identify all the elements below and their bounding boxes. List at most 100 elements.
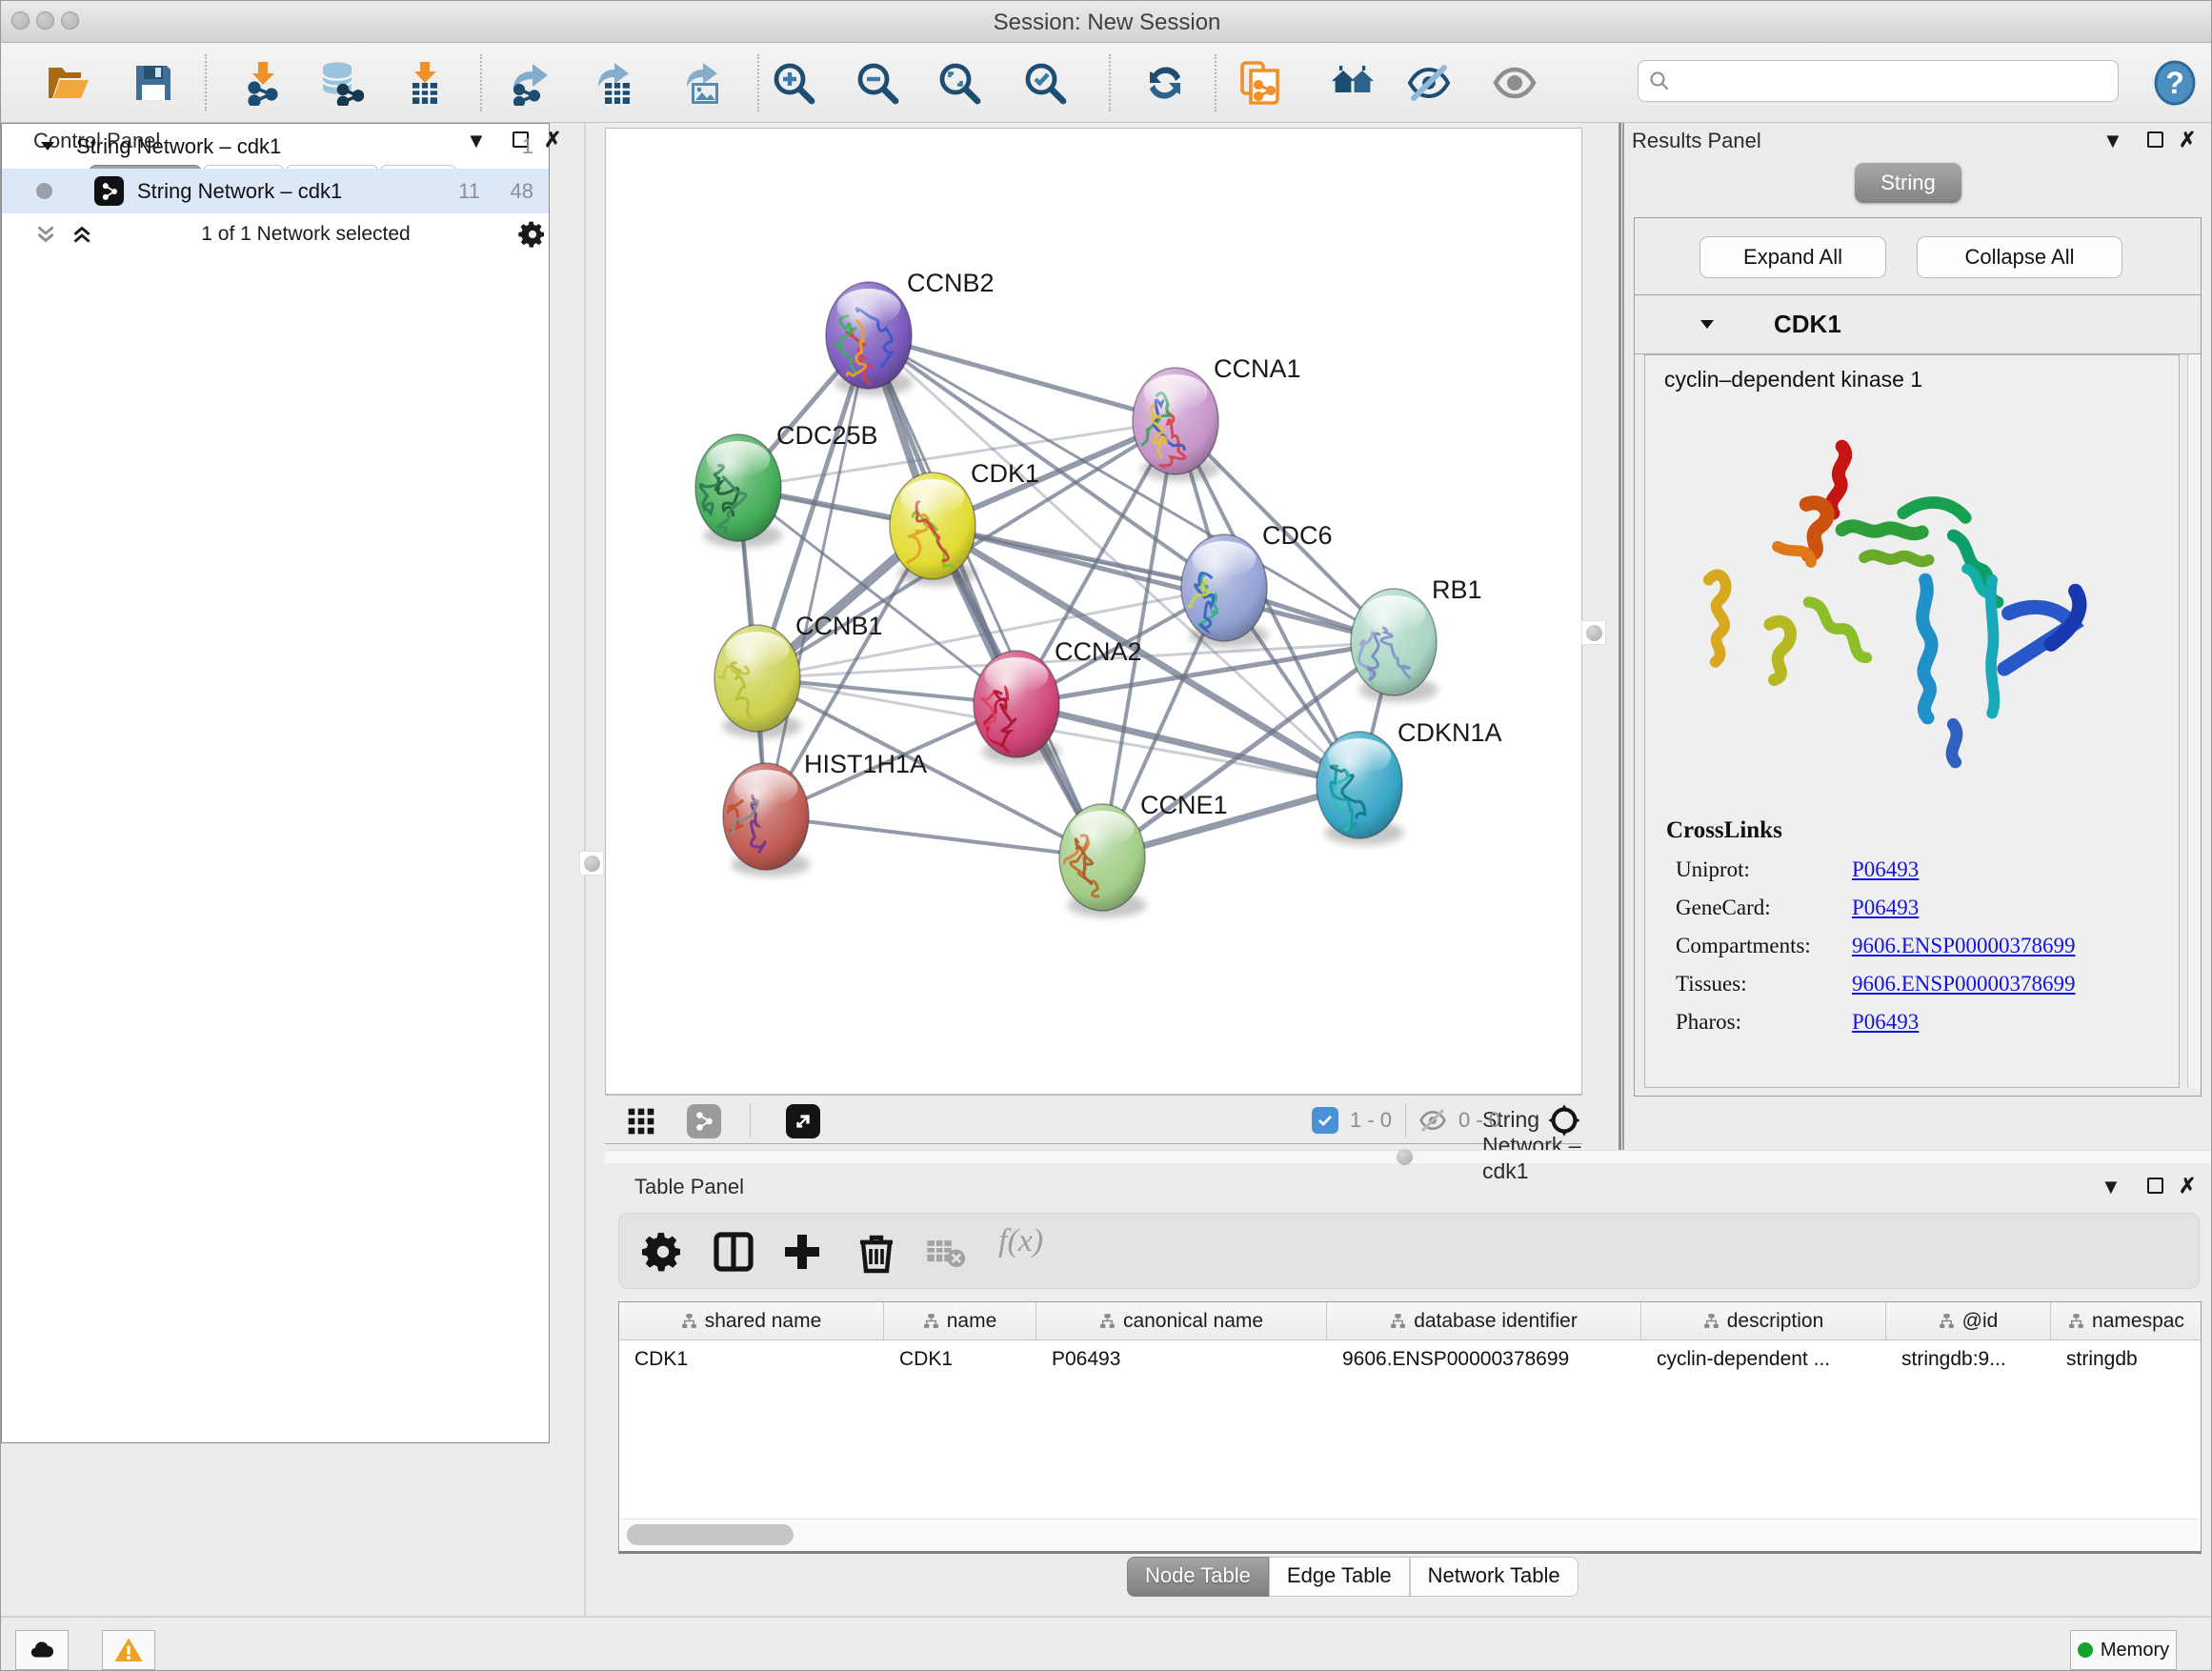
- node-label-CDKN1A: CDKN1A: [1398, 718, 1502, 747]
- crosslink-link[interactable]: 9606.ENSP00000378699: [1852, 972, 2076, 997]
- collapse-triangle-icon[interactable]: [38, 137, 57, 156]
- expand-all-networks-icon[interactable]: [70, 222, 94, 247]
- table-panel-maximize-icon[interactable]: [2147, 1178, 2163, 1194]
- apply-layout-icon[interactable]: [1142, 60, 1188, 106]
- network-canvas[interactable]: CCNB2CCNA1CDC25BCDK1CDC6RB1CCNB1CCNA2CDK…: [605, 128, 1582, 1095]
- show-columns-icon[interactable]: [711, 1229, 756, 1275]
- crosslink-link[interactable]: P06493: [1852, 896, 1919, 920]
- gene-details: cyclin–dependent kinase 1: [1644, 354, 2180, 1088]
- node-CCNA2[interactable]: CCNA2: [974, 637, 1142, 764]
- column-header-description[interactable]: description: [1641, 1302, 1886, 1339]
- open-in-window-icon[interactable]: [786, 1104, 820, 1138]
- scrollbar-thumb[interactable]: [627, 1524, 794, 1545]
- network-overview-share-icon[interactable]: [687, 1104, 721, 1138]
- network-options-gear-icon[interactable]: [517, 219, 548, 250]
- node-RB1[interactable]: RB1: [1351, 575, 1482, 702]
- column-header-database-identifier[interactable]: database identifier: [1327, 1302, 1641, 1339]
- column-header--id[interactable]: @id: [1886, 1302, 2051, 1339]
- edge-HIST1H1A-CCNE1[interactable]: [766, 816, 1102, 857]
- expand-all-button[interactable]: Expand All: [1699, 236, 1886, 278]
- tab-network-table[interactable]: Network Table: [1410, 1557, 1579, 1597]
- fit-selection-crosshair-icon[interactable]: [1546, 1102, 1582, 1138]
- search-field[interactable]: [1638, 60, 2119, 102]
- table-cell[interactable]: stringdb:9...: [1886, 1340, 2051, 1380]
- node-CDC25B[interactable]: CDC25B: [695, 421, 878, 548]
- table-cell[interactable]: CDK1: [619, 1340, 884, 1380]
- crosslink-link[interactable]: P06493: [1852, 857, 1919, 882]
- cloud-services-button[interactable]: [15, 1630, 69, 1670]
- table-options-gear-icon[interactable]: [640, 1229, 686, 1275]
- zoom-out-icon[interactable]: [855, 60, 900, 106]
- table-cell[interactable]: 9606.ENSP00000378699: [1327, 1340, 1641, 1380]
- delete-column-trash-icon[interactable]: [854, 1229, 899, 1275]
- zoom-in-icon[interactable]: [771, 60, 816, 106]
- zoom-selected-icon[interactable]: [1022, 60, 1068, 106]
- table-panel-float-icon[interactable]: ▼: [2101, 1177, 2122, 1198]
- warnings-button[interactable]: [102, 1630, 155, 1670]
- create-column-plus-icon[interactable]: [779, 1229, 825, 1275]
- toolbar-separator: [480, 54, 482, 111]
- column-header-canonical-name[interactable]: canonical name: [1036, 1302, 1327, 1339]
- right-divider-handle[interactable]: [1581, 620, 1606, 645]
- zoom-fit-icon[interactable]: [936, 60, 982, 106]
- node-CDKN1A[interactable]: CDKN1A: [1317, 718, 1502, 845]
- crosslink-link[interactable]: 9606.ENSP00000378699: [1852, 934, 2076, 958]
- tab-string[interactable]: String: [1855, 163, 1961, 203]
- right-divider[interactable]: [1619, 123, 1621, 1150]
- collapse-gene-triangle-icon[interactable]: [1698, 315, 1717, 334]
- node-CDK1[interactable]: CDK1: [890, 459, 1039, 586]
- left-divider-handle[interactable]: [579, 851, 604, 876]
- table-panel-close-icon[interactable]: ✗: [2179, 1176, 2196, 1197]
- export-image-icon[interactable]: [678, 60, 724, 106]
- open-session-icon[interactable]: [45, 60, 90, 106]
- help-icon[interactable]: ?: [2152, 60, 2198, 106]
- network-collection-row[interactable]: String Network – cdk1 1: [2, 124, 549, 169]
- export-table-icon[interactable]: [590, 60, 635, 106]
- collapse-all-networks-icon[interactable]: [33, 222, 58, 247]
- column-header-namespac[interactable]: namespac: [2051, 1302, 2202, 1339]
- show-all-icon[interactable]: [1492, 60, 1538, 106]
- search-input[interactable]: [1671, 70, 2118, 92]
- string-network-icon: [94, 176, 124, 206]
- edge-CCNA2-CDKN1A[interactable]: [1016, 704, 1359, 785]
- column-header-name[interactable]: name: [884, 1302, 1036, 1339]
- node-HIST1H1A[interactable]: HIST1H1A: [716, 750, 927, 876]
- gene-header-row[interactable]: CDK1: [1635, 295, 2201, 354]
- table-cell[interactable]: CDK1: [884, 1340, 1036, 1380]
- edge-CCNB2-CCNE1[interactable]: [869, 335, 1102, 857]
- results-panel-float-icon[interactable]: ▼: [2102, 131, 2123, 151]
- results-panel-close-icon[interactable]: ✗: [2179, 130, 2196, 151]
- node-CCNE1[interactable]: CCNE1: [1042, 791, 1227, 917]
- memory-button[interactable]: Memory: [2070, 1630, 2177, 1670]
- results-scrollbar[interactable]: [2187, 354, 2201, 1088]
- toolbar-separator: [1109, 54, 1111, 111]
- node-CDC6[interactable]: CDC6: [1180, 521, 1333, 648]
- save-session-icon[interactable]: [131, 60, 176, 106]
- hide-selected-icon[interactable]: [1406, 60, 1452, 106]
- string-network-graph[interactable]: CCNB2CCNA1CDC25BCDK1CDC6RB1CCNB1CCNA2CDK…: [606, 129, 1582, 1095]
- import-network-file-icon[interactable]: [239, 60, 285, 106]
- column-type-icon: [923, 1313, 939, 1329]
- copy-style-icon[interactable]: [1237, 60, 1283, 106]
- table-cell[interactable]: cyclin-dependent ...: [1641, 1340, 1886, 1380]
- table-row[interactable]: CDK1CDK1P064939606.ENSP00000378699cyclin…: [619, 1340, 2201, 1380]
- table-cell[interactable]: stringdb: [2051, 1340, 2202, 1380]
- tab-edge-table[interactable]: Edge Table: [1269, 1557, 1410, 1597]
- export-network-icon[interactable]: [508, 60, 553, 106]
- first-neighbors-icon[interactable]: [1330, 60, 1376, 106]
- birdseye-view-icon[interactable]: [626, 1106, 656, 1137]
- column-header-shared-name[interactable]: shared name: [619, 1302, 884, 1339]
- results-panel-maximize-icon[interactable]: [2147, 131, 2163, 148]
- selected-items-checkbox[interactable]: [1312, 1107, 1338, 1134]
- import-table-file-icon[interactable]: [401, 60, 447, 106]
- collapse-all-button[interactable]: Collapse All: [1917, 236, 2122, 278]
- node-CCNB1[interactable]: CCNB1: [694, 612, 883, 738]
- table-cell[interactable]: P06493: [1036, 1340, 1327, 1380]
- crosslink-label: Tissues:: [1676, 972, 1852, 997]
- tab-node-table[interactable]: Node Table: [1127, 1557, 1269, 1597]
- table-horizontal-scrollbar[interactable]: [621, 1519, 2199, 1549]
- network-row-selected[interactable]: String Network – cdk1 11 48: [2, 169, 549, 213]
- crosslink-link[interactable]: P06493: [1852, 1010, 1919, 1035]
- import-network-database-icon[interactable]: [318, 60, 364, 106]
- node-CCNB2[interactable]: CCNB2: [826, 269, 995, 395]
